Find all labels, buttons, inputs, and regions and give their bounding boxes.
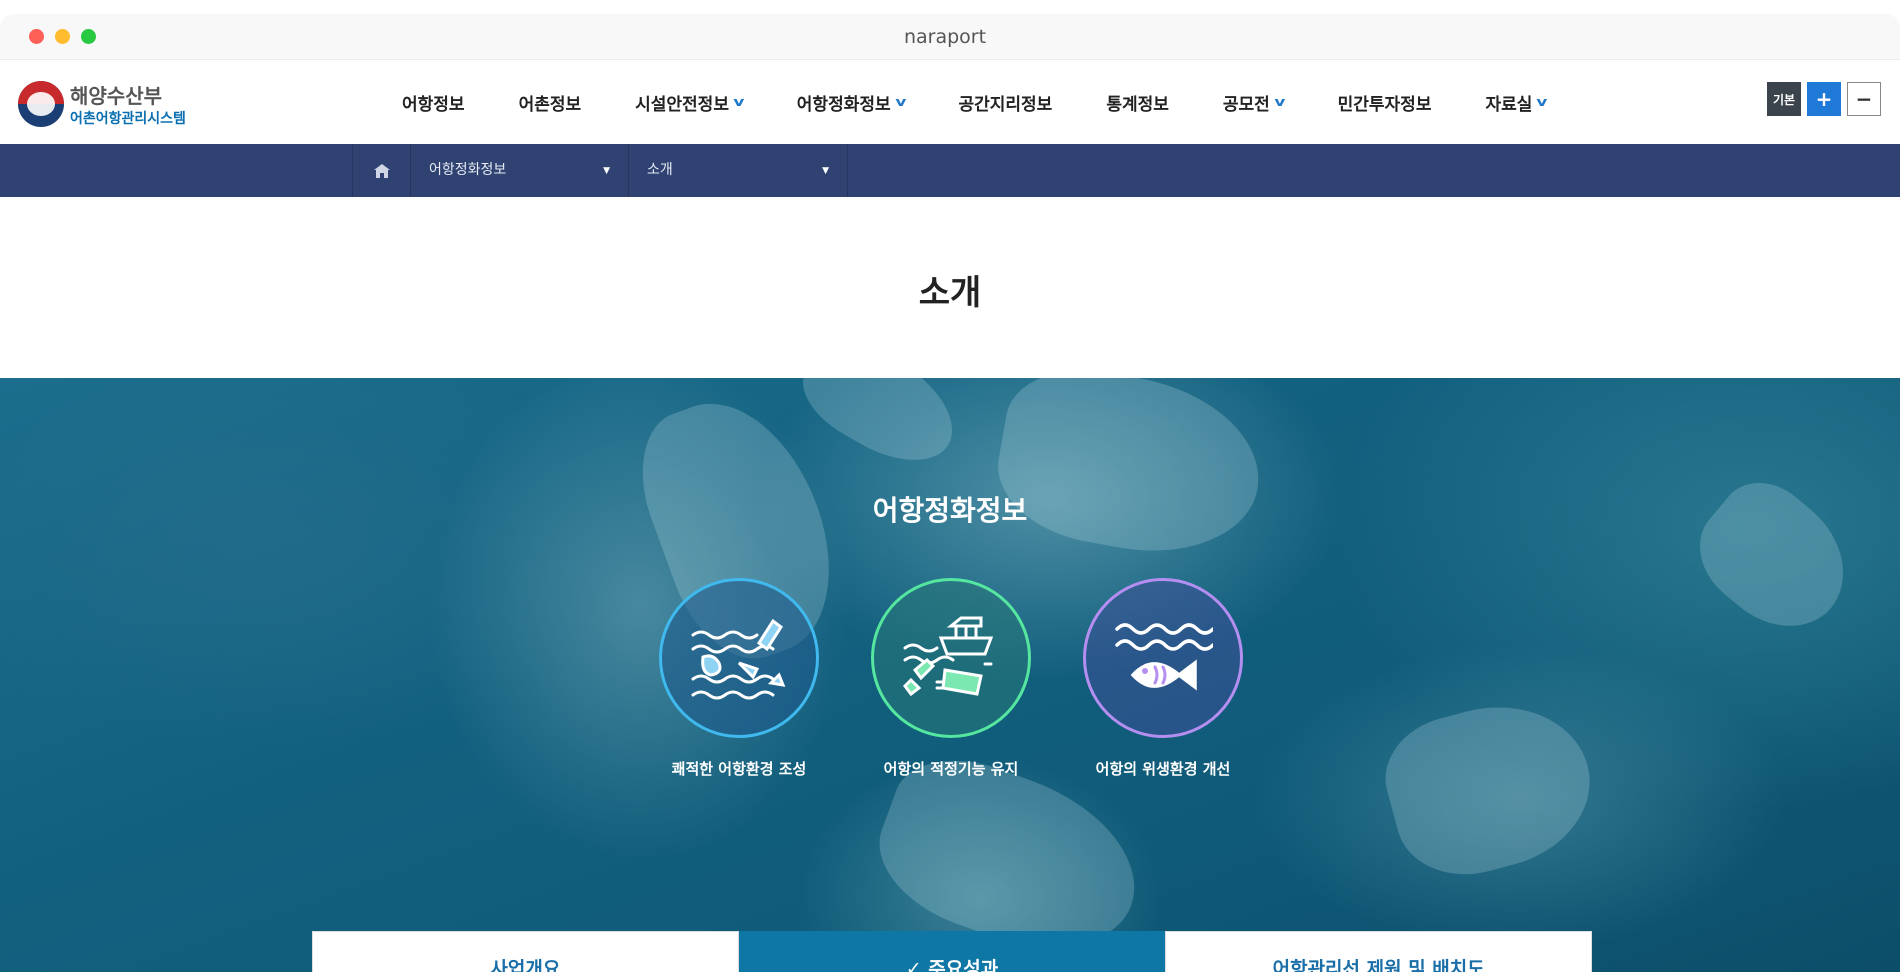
- feature-item: 쾌적한 어항환경 조성: [639, 578, 839, 779]
- home-icon: [373, 163, 390, 178]
- chevron-down-icon: v: [895, 95, 907, 109]
- font-size-decrease-button[interactable]: −: [1847, 82, 1881, 116]
- waves-fish-icon: [1115, 623, 1213, 691]
- tab-key-achievements[interactable]: ✓ 주요성과: [738, 931, 1166, 972]
- content-tabs: 사업개요 ✓ 주요성과 어항관리선 제원 및 배치도: [312, 931, 1593, 972]
- nav-item-label: 통계정보: [1106, 94, 1169, 115]
- hero-title: 어항정화정보: [872, 494, 1028, 527]
- nav-item-label: 민간투자정보: [1337, 94, 1432, 115]
- page-title: 소개: [918, 273, 982, 313]
- nav-item-contest[interactable]: 공모전 v: [1222, 90, 1286, 115]
- feature-circle: [659, 578, 819, 738]
- feature-item: 어항의 위생환경 개선: [1063, 578, 1263, 779]
- hero-banner: 어항정화정보 쾌적한 어항환경 조성 어항의 적정기능 유지 어항의 위생환경 …: [0, 378, 1900, 972]
- tab-business-overview[interactable]: 사업개요: [312, 931, 739, 972]
- nav-item-label: 어항정화정보: [796, 94, 891, 115]
- logo-ministry-name: 해양수산부: [70, 84, 162, 108]
- hero-background-shape: [1372, 684, 1608, 892]
- location-bar: 어항정화정보 ▼ 소개 ▼: [0, 144, 1900, 197]
- home-button[interactable]: [352, 144, 411, 197]
- chevron-down-icon: v: [1536, 95, 1548, 109]
- tab-vessel-specs[interactable]: 어항관리선 제원 및 배치도: [1165, 931, 1593, 972]
- nav-item-archive[interactable]: 자료실 v: [1485, 90, 1548, 115]
- nav-item-statistics[interactable]: 통계정보: [1106, 90, 1169, 115]
- hero-background-shape: [788, 378, 972, 482]
- caret-down-icon: ▼: [603, 166, 610, 176]
- feature-label: 어항의 위생환경 개선: [1095, 760, 1231, 778]
- nav-item-label: 공간지리정보: [958, 94, 1053, 115]
- main-navigation: 어항정보 어촌정보 시설안전정보 v 어항정화정보 v 공간지리정보 통계정보 공모…: [402, 60, 1600, 144]
- category-select-value: 어항정화정보: [429, 162, 507, 178]
- feature-item: 어항의 적정기능 유지: [851, 578, 1051, 779]
- nav-item-label: 어항정보: [402, 94, 465, 115]
- nav-item-label: 시설안전정보: [635, 94, 729, 115]
- window-title: naraport: [903, 26, 987, 48]
- nav-item-label: 어촌정보: [518, 94, 582, 115]
- feature-label: 쾌적한 어항환경 조성: [671, 760, 807, 778]
- site-logo[interactable]: 해양수산부 어촌어항관리시스템: [18, 80, 198, 130]
- window-chrome: naraport: [0, 0, 1900, 60]
- subpage-select-value: 소개: [647, 162, 673, 178]
- nav-item-port-info[interactable]: 어항정보: [402, 90, 465, 115]
- taegeuk-logo-icon: [18, 81, 64, 127]
- font-size-increase-button[interactable]: +: [1807, 82, 1841, 116]
- page-title-area: 소개: [0, 197, 1900, 378]
- nav-item-village-info[interactable]: 어촌정보: [519, 90, 582, 115]
- logo-system-name: 어촌어항관리시스템: [70, 111, 186, 127]
- nav-item-facility-safety[interactable]: 시설안전정보 v: [635, 90, 745, 115]
- feature-label: 어항의 적정기능 유지: [883, 760, 1019, 778]
- feature-circle: [1083, 578, 1243, 738]
- nav-item-port-cleanup[interactable]: 어항정화정보 v: [796, 90, 907, 115]
- font-size-controls: 기본 + −: [1767, 82, 1881, 116]
- feature-circle: [871, 578, 1031, 738]
- nav-item-label: 자료실: [1485, 94, 1533, 115]
- nav-item-private-investment[interactable]: 민간투자정보: [1338, 90, 1432, 115]
- chevron-down-icon: v: [733, 95, 745, 109]
- hero-background-shape: [987, 378, 1273, 570]
- ship-trash-icon: [903, 616, 994, 697]
- caret-down-icon: ▼: [822, 166, 829, 176]
- title-bar: naraport: [0, 14, 1900, 60]
- chevron-down-icon: v: [1274, 95, 1286, 109]
- nav-item-label: 공모전: [1222, 94, 1270, 115]
- nav-item-spatial-info[interactable]: 공간지리정보: [958, 90, 1052, 115]
- category-select[interactable]: 어항정화정보 ▼: [411, 144, 629, 197]
- waves-bottle-icon: [691, 618, 786, 700]
- font-size-default-button[interactable]: 기본: [1767, 82, 1801, 116]
- subpage-select[interactable]: 소개 ▼: [629, 144, 848, 197]
- site-header: 해양수산부 어촌어항관리시스템 어항정보 어촌정보 시설안전정보 v 어항정화정보…: [0, 60, 1900, 144]
